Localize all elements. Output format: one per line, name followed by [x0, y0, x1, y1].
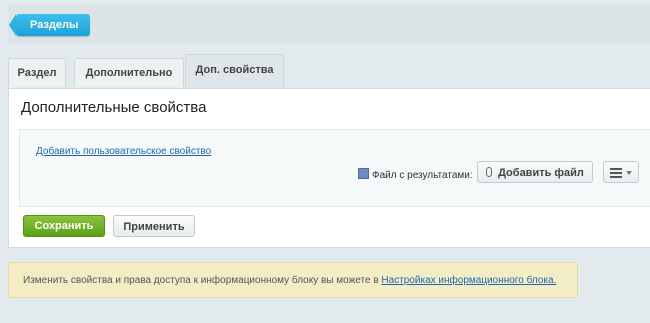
- info-notice: Изменить свойства и права доступа к инфо…: [8, 262, 578, 298]
- tab-additional[interactable]: Дополнительно: [74, 58, 184, 87]
- file-field-label-text: Файл с результатами:: [372, 170, 473, 181]
- add-custom-property-link[interactable]: Добавить пользовательское свойство: [36, 146, 211, 157]
- top-toolbar: [8, 4, 650, 44]
- back-arrow-icon: [9, 14, 16, 36]
- more-menu-button[interactable]: [603, 161, 639, 183]
- tab-additional-label: Дополнительно: [85, 67, 173, 79]
- back-button-label: Разделы: [30, 19, 79, 31]
- panel-title: Дополнительные свойства: [21, 99, 207, 116]
- tab-section-label: Раздел: [17, 67, 57, 79]
- apply-button[interactable]: Применить: [113, 215, 195, 237]
- tab-extra-properties[interactable]: Доп. свойства: [185, 54, 284, 89]
- add-file-button[interactable]: Добавить файл: [477, 161, 593, 183]
- back-to-sections-button[interactable]: Разделы: [9, 14, 91, 36]
- tab-section[interactable]: Раздел: [8, 58, 66, 87]
- menu-icon: [610, 166, 622, 180]
- properties-box: Добавить пользовательское свойство Файл …: [19, 129, 650, 207]
- paperclip-icon: [486, 167, 493, 177]
- tab-extra-properties-label: Доп. свойства: [195, 64, 274, 76]
- chevron-down-icon: [626, 171, 632, 176]
- help-icon[interactable]: [358, 168, 369, 179]
- iblock-settings-link[interactable]: Настройках информационного блока.: [381, 275, 556, 286]
- add-file-button-label: Добавить файл: [498, 167, 584, 179]
- properties-panel: Дополнительные свойства Добавить пользов…: [8, 88, 650, 248]
- notice-text: Изменить свойства и права доступа к инфо…: [23, 275, 382, 286]
- save-button[interactable]: Сохранить: [23, 215, 105, 237]
- file-field-label: Файл с результатами:: [358, 168, 473, 182]
